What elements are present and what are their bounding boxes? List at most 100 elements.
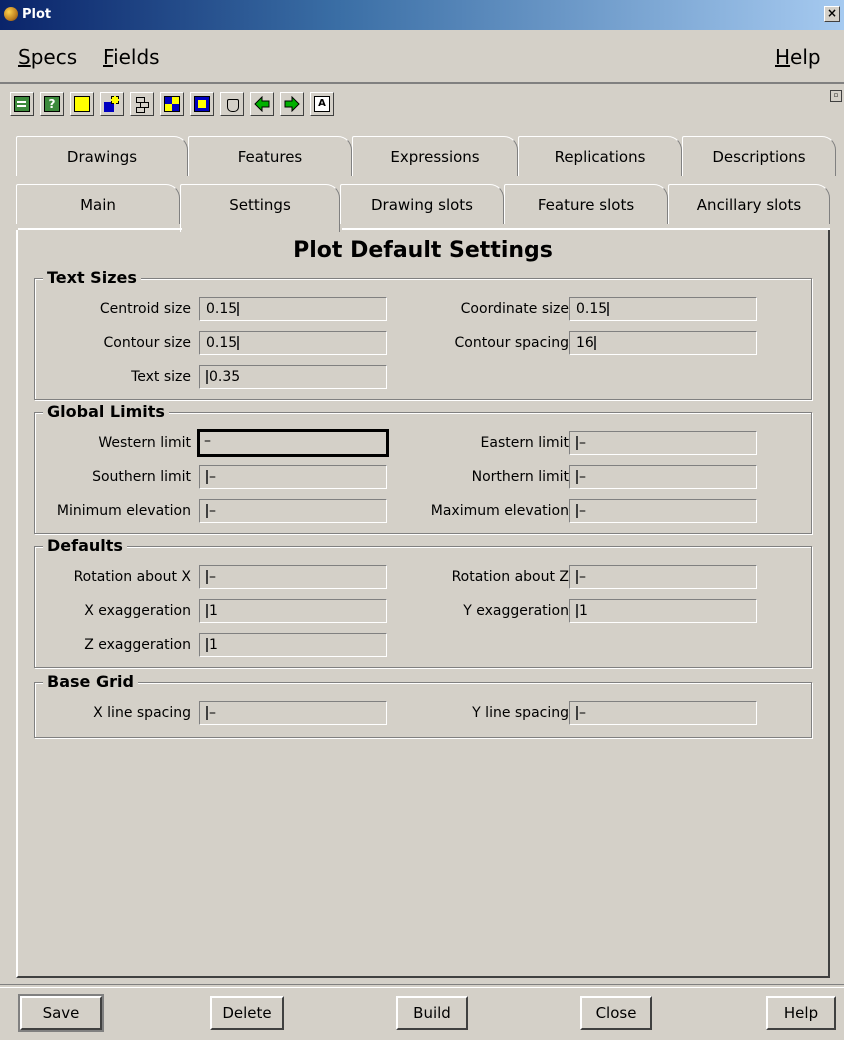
y-line-spacing-field[interactable]: – [569,701,757,725]
build-button[interactable]: Build [396,996,468,1030]
coordinate-size-label: Coordinate size [460,301,569,317]
open-file-icon [14,96,30,112]
z-exaggeration-field[interactable]: 1 [199,633,387,657]
highlight-icon [194,96,210,112]
text-cursor-icon [206,570,208,584]
contour-size-label: Contour size [103,335,192,351]
text-cursor-icon [206,370,208,384]
text-cursor-icon [206,706,208,720]
text-cursor-icon [206,638,208,652]
forward-button[interactable] [280,92,304,116]
bucket-icon [224,96,240,112]
eastern-limit-field[interactable]: – [569,431,757,455]
eastern-limit-label: Eastern limit [480,435,569,451]
tab-features[interactable]: Features [188,136,352,176]
panel-title: Plot Default Settings [293,238,553,263]
x-exaggeration-field[interactable]: 1 [199,599,387,623]
menu-fields[interactable]: Fields [103,45,160,69]
northern-limit-label: Northern limit [471,469,569,485]
text-cursor-icon [576,436,578,450]
minimum-elevation-field[interactable]: – [199,499,387,523]
tree-icon [134,96,150,113]
toolbar-toggle-icon[interactable]: ▫ [830,90,842,102]
rotation-z-field[interactable]: – [569,565,757,589]
text-size-label: Text size [131,369,191,385]
tree-button[interactable] [130,92,154,116]
tab-ancillary-slots[interactable]: Ancillary slots [668,184,830,224]
save-button[interactable]: Save [20,996,102,1030]
text-cursor-icon [607,302,610,316]
text-size-field[interactable]: 0.35 [199,365,387,389]
rotation-x-label: Rotation about X [73,569,191,585]
help-icon: ? [44,96,60,112]
text-cursor-icon [593,336,596,350]
open-file-button[interactable] [10,92,34,116]
z-exaggeration-label: Z exaggeration [84,637,191,653]
delete-button[interactable]: Delete [210,996,284,1030]
centroid-size-field[interactable]: 0.15 [199,297,387,321]
swap-button[interactable] [160,92,184,116]
blank-icon [74,96,90,112]
western-limit-label: Western limit [98,435,191,451]
rotation-x-field[interactable]: – [199,565,387,589]
help-button[interactable]: Help [766,996,836,1030]
tab-main[interactable]: Main [16,184,180,224]
group-title: Text Sizes [43,268,141,288]
toolbar: ? A [0,84,844,128]
text-icon: A [314,96,330,112]
copy-icon [104,96,120,112]
menu-bar: Specs Fields Help [0,30,844,84]
highlight-button[interactable] [190,92,214,116]
group-text-sizes: Text Sizes Centroid size 0.15 Coordinate… [34,268,812,400]
text-cursor-icon [576,706,578,720]
tab-drawing-slots[interactable]: Drawing slots [340,184,504,224]
y-exaggeration-label: Y exaggeration [463,603,569,619]
tab-expressions[interactable]: Expressions [352,136,518,176]
y-exaggeration-field[interactable]: 1 [569,599,757,623]
southern-limit-field[interactable]: – [199,465,387,489]
swap-icon [164,96,180,112]
text-cursor-icon [576,604,578,618]
tab-row-front: Main Settings Drawing slots Feature slot… [16,184,836,232]
window-title: Plot [22,7,52,22]
text-cursor-icon [206,604,208,618]
bottom-separator [0,984,844,988]
settings-panel: Plot Default Settings Text Sizes Centroi… [16,228,830,978]
tab-drawings[interactable]: Drawings [16,136,188,176]
tab-descriptions[interactable]: Descriptions [682,136,836,176]
bucket-button[interactable] [220,92,244,116]
new-button[interactable] [70,92,94,116]
tab-settings[interactable]: Settings [180,184,340,232]
text-cursor-icon [576,504,578,518]
contour-size-field[interactable]: 0.15 [199,331,387,355]
copy-button[interactable] [100,92,124,116]
x-exaggeration-label: X exaggeration [84,603,191,619]
contour-spacing-label: Contour spacing [454,335,569,351]
close-button[interactable]: Close [580,996,652,1030]
group-global-limits: Global Limits Western limit – Eastern li… [34,402,812,534]
coordinate-size-field[interactable]: 0.15 [569,297,757,321]
contour-spacing-field[interactable]: 16 [569,331,757,355]
tab-replications[interactable]: Replications [518,136,682,176]
western-limit-field[interactable]: – [197,429,389,457]
tab-row-back: Drawings Features Expressions Replicatio… [16,136,836,176]
group-title: Global Limits [43,402,169,422]
menu-help[interactable]: Help [775,45,821,69]
x-line-spacing-field[interactable]: – [199,701,387,725]
y-line-spacing-label: Y line spacing [472,705,569,721]
southern-limit-label: Southern limit [92,469,191,485]
maximum-elevation-field[interactable]: – [569,499,757,523]
back-button[interactable] [250,92,274,116]
group-base-grid: Base Grid X line spacing – Y line spacin… [34,672,812,738]
text-cursor-icon [237,302,240,316]
group-title: Base Grid [43,672,138,692]
northern-limit-field[interactable]: – [569,465,757,489]
close-window-button[interactable]: × [824,6,840,22]
tab-feature-slots[interactable]: Feature slots [504,184,668,224]
text-button[interactable]: A [310,92,334,116]
maximum-elevation-label: Maximum elevation [430,503,569,519]
text-cursor-icon [237,336,240,350]
text-cursor-icon [206,470,208,484]
menu-specs[interactable]: Specs [18,45,77,69]
help-button[interactable]: ? [40,92,64,116]
